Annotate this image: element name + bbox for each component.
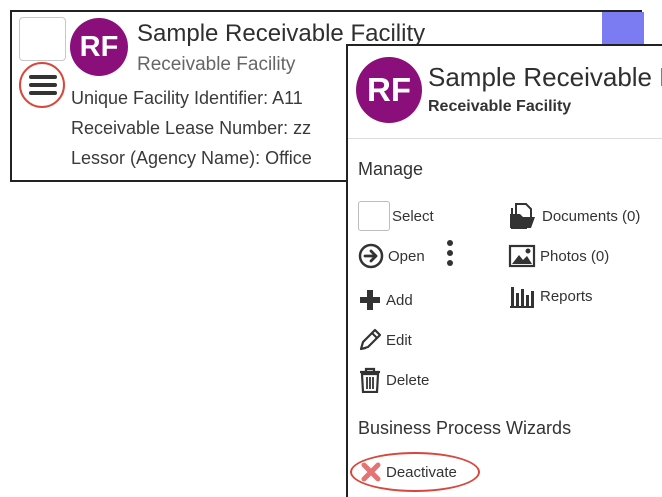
add-label: Add bbox=[386, 291, 413, 309]
card-lease-number: Receivable Lease Number: zz bbox=[71, 118, 312, 138]
documents-menu-item[interactable]: Documents (0) bbox=[508, 200, 640, 232]
reports-label: Reports bbox=[540, 287, 593, 305]
card-facility-identifier: Unique Facility Identifier: A11 bbox=[71, 88, 303, 108]
card-subtitle: Receivable Facility bbox=[137, 54, 296, 75]
photos-label: Photos (0) bbox=[540, 247, 610, 265]
card-lessor: Lessor (Agency Name): Office bbox=[71, 148, 312, 168]
photo-icon bbox=[508, 243, 536, 269]
bar-chart-icon bbox=[508, 283, 536, 309]
trash-icon bbox=[358, 367, 382, 393]
popup-subtitle: Receivable Facility bbox=[428, 98, 572, 115]
action-menu-popup: RF Sample Receivable Fac Receivable Faci… bbox=[346, 44, 662, 497]
kebab-icon[interactable] bbox=[446, 239, 454, 269]
popup-divider bbox=[348, 138, 662, 139]
manage-heading: Manage bbox=[358, 159, 424, 179]
open-label: Open bbox=[388, 247, 425, 265]
deactivate-label: Deactivate bbox=[386, 463, 457, 481]
reports-menu-item[interactable]: Reports bbox=[508, 280, 593, 312]
wizards-heading: Business Process Wizards bbox=[358, 418, 572, 438]
avatar: RF bbox=[70, 18, 128, 76]
plus-icon bbox=[358, 288, 382, 312]
deactivate-menu-item[interactable]: Deactivate bbox=[360, 456, 457, 488]
select-label: Select bbox=[392, 207, 434, 225]
delete-label: Delete bbox=[386, 371, 430, 389]
select-checkbox[interactable] bbox=[358, 201, 390, 231]
x-icon bbox=[360, 461, 382, 483]
edit-menu-item[interactable]: Edit bbox=[358, 324, 412, 356]
arrow-circle-right-icon bbox=[358, 243, 384, 269]
open-menu-item[interactable]: Open bbox=[358, 240, 425, 272]
photos-menu-item[interactable]: Photos (0) bbox=[508, 240, 609, 272]
popup-avatar: RF bbox=[356, 57, 422, 123]
documents-icon bbox=[508, 202, 538, 230]
add-menu-item[interactable]: Add bbox=[358, 284, 413, 316]
popup-title: Sample Receivable Fac bbox=[428, 62, 662, 92]
card-select-checkbox[interactable] bbox=[19, 17, 66, 61]
documents-label: Documents (0) bbox=[542, 207, 641, 225]
pencil-icon bbox=[358, 328, 382, 352]
delete-menu-item[interactable]: Delete bbox=[358, 364, 429, 396]
select-menu-item[interactable]: Select bbox=[358, 200, 434, 232]
hamburger-icon[interactable] bbox=[19, 62, 65, 108]
edit-label: Edit bbox=[386, 331, 412, 349]
